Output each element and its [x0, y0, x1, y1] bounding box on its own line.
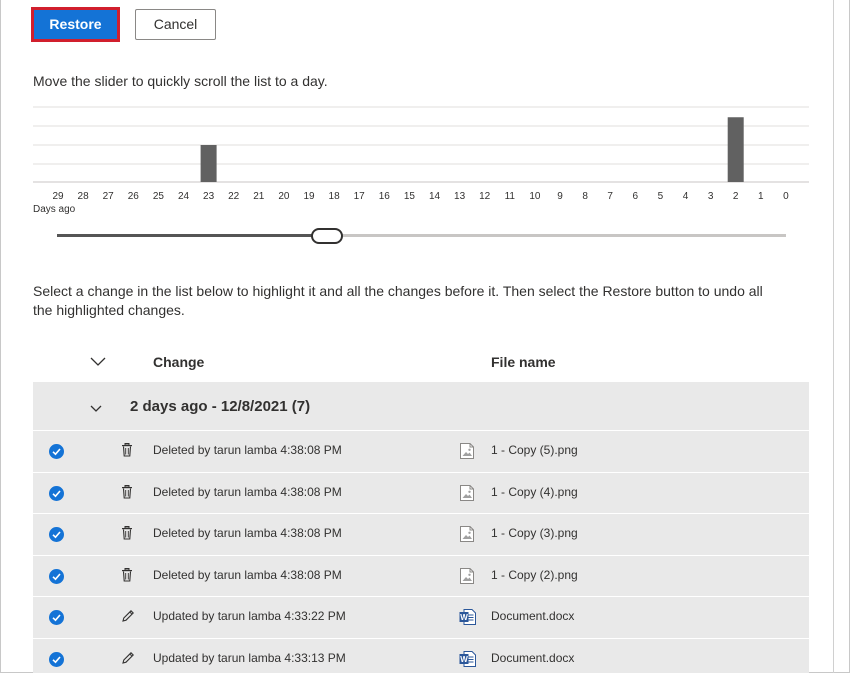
image-file-icon	[459, 567, 475, 585]
day-tick-label: 18	[329, 191, 341, 202]
change-row[interactable]: Deleted by tarun lamba 4:38:08 PM 1 - Cop…	[33, 554, 809, 596]
day-tick-label: 21	[253, 191, 265, 202]
change-row[interactable]: Updated by tarun lamba 4:33:22 PM W Docume…	[33, 596, 809, 638]
days-ago-label: Days ago	[33, 204, 76, 215]
day-tick-label: 2	[733, 191, 739, 202]
day-tick-label: 8	[582, 191, 588, 202]
day-tick-label: 5	[658, 191, 664, 202]
row-file-name: Document.docx	[491, 650, 575, 665]
day-tick-label: 24	[178, 191, 190, 202]
day-tick-label: 16	[379, 191, 391, 202]
group-header-row[interactable]: 2 days ago - 12/8/2021 (7)	[33, 382, 809, 430]
pencil-icon	[121, 651, 135, 667]
row-file-name: 1 - Copy (4).png	[491, 484, 578, 499]
row-selected-checkmark-icon[interactable]	[49, 527, 64, 542]
day-tick-label: 10	[529, 191, 541, 202]
row-change-text: Deleted by tarun lamba 4:38:08 PM	[153, 484, 342, 499]
group-title: 2 days ago - 12/8/2021 (7)	[130, 398, 311, 415]
histogram-bar-day-23	[200, 145, 217, 182]
day-tick-label: 14	[429, 191, 441, 202]
change-row[interactable]: Deleted by tarun lamba 4:38:08 PM 1 - Cop…	[33, 430, 809, 472]
row-change-text: Deleted by tarun lamba 4:38:08 PM	[153, 443, 342, 457]
list-header: Change File name	[33, 346, 809, 380]
svg-text:W: W	[460, 613, 468, 622]
row-change-text: Updated by tarun lamba 4:33:22 PM	[153, 609, 346, 623]
day-tick-label: 26	[128, 191, 140, 202]
day-slider-fill	[57, 234, 327, 237]
day-tick-label: 13	[454, 191, 466, 202]
svg-text:W: W	[460, 655, 468, 664]
row-file-name: 1 - Copy (2).png	[491, 567, 578, 582]
day-tick-label: 27	[103, 191, 115, 202]
word-file-icon: W	[459, 650, 476, 668]
day-tick-label: 15	[404, 191, 416, 202]
image-file-icon	[459, 442, 475, 460]
row-selected-checkmark-icon[interactable]	[49, 651, 64, 667]
day-tick-label: 6	[633, 191, 639, 202]
day-tick-label: 28	[78, 191, 90, 202]
row-change-text: Deleted by tarun lamba 4:38:08 PM	[153, 567, 342, 582]
trash-icon	[121, 484, 135, 501]
row-selected-checkmark-icon[interactable]	[49, 610, 64, 625]
day-tick-label: 0	[783, 191, 789, 202]
day-tick-label: 20	[278, 191, 290, 202]
list-instruction: Select a change in the list below to hig…	[33, 283, 763, 318]
day-slider-thumb[interactable]	[310, 228, 343, 244]
change-row[interactable]: Deleted by tarun lamba 4:38:08 PM 1 - Cop…	[33, 513, 809, 555]
day-tick-label: 7	[607, 191, 613, 202]
day-tick-label: 25	[153, 191, 165, 202]
day-tick-label: 11	[505, 191, 516, 202]
day-tick-label: 12	[479, 191, 491, 202]
pencil-icon	[121, 609, 135, 625]
row-change-text: Updated by tarun lamba 4:33:13 PM	[153, 650, 346, 665]
day-tick-label: 3	[708, 191, 714, 202]
trash-icon	[121, 526, 135, 542]
day-tick-label: 1	[758, 191, 764, 202]
word-file-icon: W	[459, 608, 476, 626]
row-file-name: Document.docx	[491, 609, 575, 623]
column-header-file-name[interactable]: File name	[491, 354, 556, 370]
day-tick-label: 17	[354, 191, 366, 202]
row-file-name: 1 - Copy (3).png	[491, 526, 578, 540]
day-tick-label: 4	[683, 191, 689, 202]
day-tick-label: 19	[303, 191, 315, 202]
row-selected-checkmark-icon[interactable]	[49, 485, 64, 501]
trash-icon	[121, 443, 135, 459]
image-file-icon	[459, 484, 475, 502]
row-file-name: 1 - Copy (5).png	[491, 443, 578, 457]
change-row[interactable]: Deleted by tarun lamba 4:38:08 PM 1 - Cop…	[33, 471, 809, 513]
day-tick-label: 29	[52, 191, 64, 202]
group-chevron-down-icon[interactable]	[90, 400, 102, 418]
change-list: Deleted by tarun lamba 4:38:08 PM 1 - Cop…	[33, 430, 809, 673]
histogram-bar-day-2	[727, 117, 744, 182]
collapse-all-chevron-icon[interactable]	[90, 354, 106, 372]
day-tick-label: 22	[228, 191, 240, 202]
day-tick-label: 9	[557, 191, 563, 202]
row-selected-checkmark-icon[interactable]	[49, 568, 64, 584]
column-header-change[interactable]: Change	[153, 354, 204, 370]
row-change-text: Deleted by tarun lamba 4:38:08 PM	[153, 526, 342, 540]
day-tick-label: 23	[203, 191, 215, 202]
change-row[interactable]: Updated by tarun lamba 4:33:13 PM W Docume…	[33, 637, 809, 673]
daily-activity-histogram: 29 28 27 26 25 24 23 22 21 20 19 18 17 16 15 14 13 12 11 10…	[33, 106, 809, 202]
trash-icon	[121, 567, 135, 584]
image-file-icon	[459, 525, 475, 543]
row-selected-checkmark-icon[interactable]	[49, 444, 64, 459]
